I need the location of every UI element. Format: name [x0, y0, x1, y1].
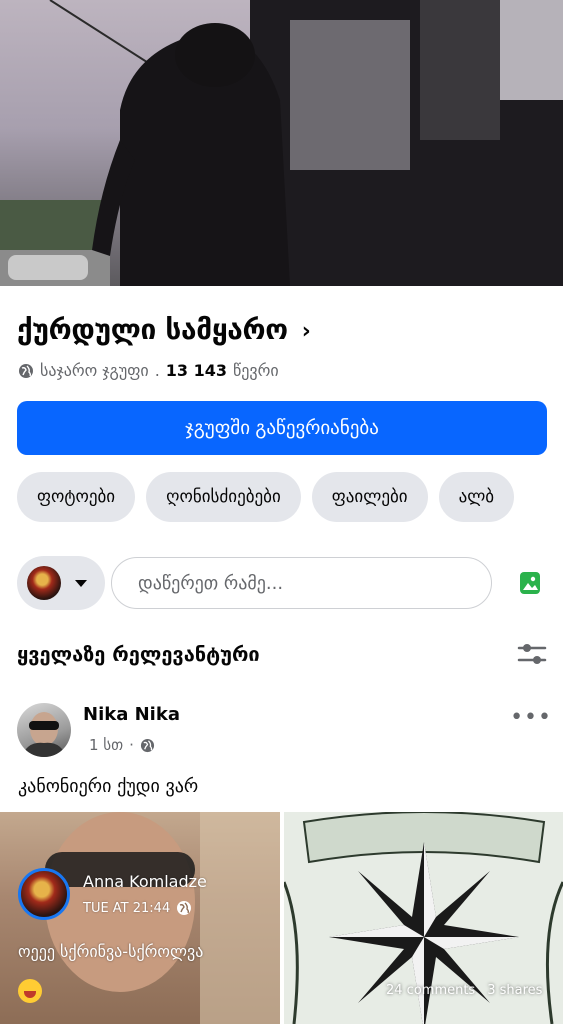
- shared-time-text: TUE AT 21:44: [83, 900, 171, 916]
- post-author-name[interactable]: Nika Nika: [83, 704, 180, 725]
- photo-icon[interactable]: [519, 570, 541, 596]
- tab-files[interactable]: ფაილები: [311, 472, 428, 522]
- profile-switcher[interactable]: [17, 556, 105, 610]
- tab-events[interactable]: ღონისძიებები: [146, 472, 301, 522]
- more-options-icon[interactable]: •••: [510, 705, 552, 730]
- author-avatar[interactable]: [17, 703, 71, 757]
- post-composer: დაწერეთ რამე...: [17, 555, 547, 611]
- sort-label[interactable]: ყველაზე რელევანტური: [17, 642, 260, 666]
- grinning-emoji-icon: [18, 979, 42, 1003]
- join-group-button[interactable]: ჯგუფში გაწევრიანება: [17, 401, 547, 455]
- caret-down-icon: [75, 579, 87, 587]
- write-something-input[interactable]: დაწერეთ რამე...: [111, 557, 492, 609]
- group-name[interactable]: ქურდული სამყარო: [17, 313, 288, 346]
- globe-icon: [19, 363, 33, 378]
- feed-sort-row: ყველაზე რელევანტური: [17, 642, 547, 666]
- group-tabs: ფოტოები ღონისძიებები ფაილები ალბ: [17, 472, 515, 522]
- time-separator: ·: [129, 736, 134, 754]
- shared-author-avatar[interactable]: [18, 868, 70, 920]
- engagement-stats: 24 comments 3 shares: [386, 983, 547, 998]
- post-text: კანონიერი ქუდი ვარ: [18, 776, 199, 797]
- avatar: [27, 566, 61, 600]
- shares-count[interactable]: 3 shares: [487, 983, 542, 998]
- members-label[interactable]: წევრი: [233, 361, 279, 380]
- shared-timestamp: TUE AT 21:44: [83, 900, 192, 916]
- post-timestamp: 1 სთ ·: [89, 736, 155, 754]
- group-meta: საჯარო ჯგუფი . 13 143 წევრი: [18, 361, 279, 380]
- members-count: 13 143: [165, 361, 228, 380]
- tab-albums[interactable]: ალბ: [438, 472, 515, 522]
- meta-separator: .: [154, 361, 160, 380]
- cover-photo[interactable]: [0, 0, 563, 286]
- post-header: Nika Nika 1 სთ · •••: [17, 703, 552, 759]
- shared-author-name[interactable]: Anna Komladze: [83, 872, 207, 891]
- filter-sliders-icon[interactable]: [517, 642, 547, 666]
- tab-photos[interactable]: ფოტოები: [17, 472, 136, 522]
- group-header[interactable]: ქურდული სამყარო ›: [17, 313, 311, 346]
- avatar-illustration: [22, 712, 66, 757]
- cover-illustration: [0, 0, 563, 286]
- shared-post-text: ოეეე სქრინვა-სქროლვა: [18, 942, 204, 961]
- chevron-right-icon[interactable]: ›: [302, 319, 311, 344]
- globe-icon: [177, 901, 192, 915]
- post-time-text[interactable]: 1 სთ: [89, 736, 123, 754]
- comments-count[interactable]: 24 comments: [386, 983, 475, 998]
- globe-icon: [140, 738, 155, 752]
- privacy-label: საჯარო ჯგუფი: [40, 361, 149, 380]
- post-image-left[interactable]: Anna Komladze TUE AT 21:44 ოეეე სქრინვა-…: [0, 812, 280, 1024]
